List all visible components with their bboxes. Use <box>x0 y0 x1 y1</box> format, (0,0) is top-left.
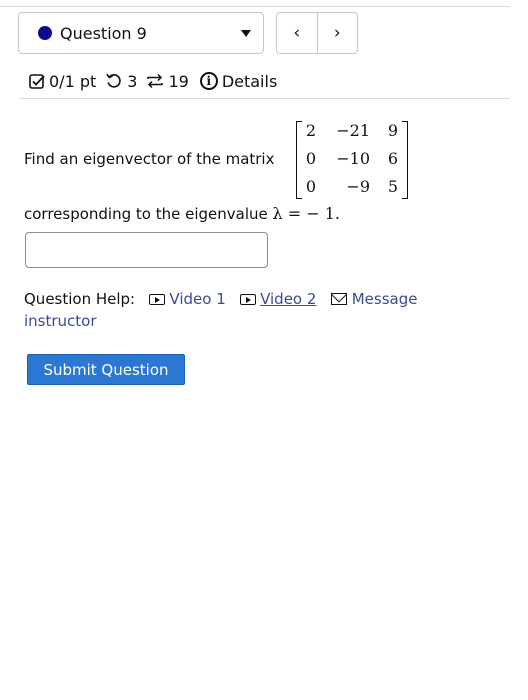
matrix-cell: −10 <box>336 149 370 168</box>
matrix-cell: 0 <box>305 177 316 196</box>
matrix-left-bracket <box>296 121 302 199</box>
problem-prompt: Find an eigenvector of the matrix <box>24 150 275 168</box>
header-divider <box>20 98 510 99</box>
points-text: 0/1 pt <box>49 71 97 91</box>
retries-count: 3 <box>127 71 138 91</box>
message-link[interactable]: Message <box>352 290 418 308</box>
matrix-cell: 2 <box>305 121 316 140</box>
matrix-cell: 6 <box>387 149 398 168</box>
question-stats: 0/1 pt 3 19 i Details <box>29 69 286 93</box>
matrix-cell: 9 <box>387 121 398 140</box>
next-question-button[interactable]: › <box>316 13 358 53</box>
matrix: 2 −21 9 0 −10 6 0 −9 5 <box>296 121 408 199</box>
video-icon <box>149 294 166 305</box>
info-icon[interactable]: i <box>199 72 218 90</box>
matrix-cell: −9 <box>346 177 370 196</box>
question-help-label: Question Help: <box>24 290 136 308</box>
video-2-link[interactable]: Video 2 <box>260 290 316 308</box>
video-1-link[interactable]: Video 1 <box>169 290 225 308</box>
submit-question-button[interactable]: Submit Question <box>27 354 185 385</box>
eigenvalue-line: corresponding to the eigenvalue λ = − 1. <box>24 204 340 223</box>
eigenvalue-text: corresponding to the eigenvalue <box>24 205 268 223</box>
checkbox-icon <box>29 73 45 89</box>
mail-icon <box>330 293 347 305</box>
message-instructor-link[interactable]: instructor <box>24 312 97 330</box>
top-divider <box>0 6 510 7</box>
matrix-cell: −21 <box>336 121 370 140</box>
matrix-cell: 0 <box>305 149 316 168</box>
question-status-dot-icon <box>38 26 52 40</box>
matrix-right-bracket <box>402 121 408 199</box>
details-link[interactable]: Details <box>222 72 277 91</box>
question-nav-group: ‹ › <box>276 12 358 54</box>
matrix-cell: 5 <box>387 177 398 196</box>
eigenvalue-math: λ = − 1. <box>272 204 341 223</box>
attempts-icon <box>146 72 164 90</box>
previous-question-button[interactable]: ‹ <box>277 13 317 53</box>
chevron-down-icon <box>241 30 251 37</box>
retry-icon <box>105 72 123 90</box>
question-select[interactable]: Question 9 <box>18 12 264 54</box>
video-icon <box>240 294 257 305</box>
answer-input[interactable] <box>25 232 268 268</box>
question-help: Question Help: Video 1 Video 2 Message i… <box>24 288 484 332</box>
attempts-count: 19 <box>168 71 189 91</box>
question-select-label: Question 9 <box>60 23 147 43</box>
